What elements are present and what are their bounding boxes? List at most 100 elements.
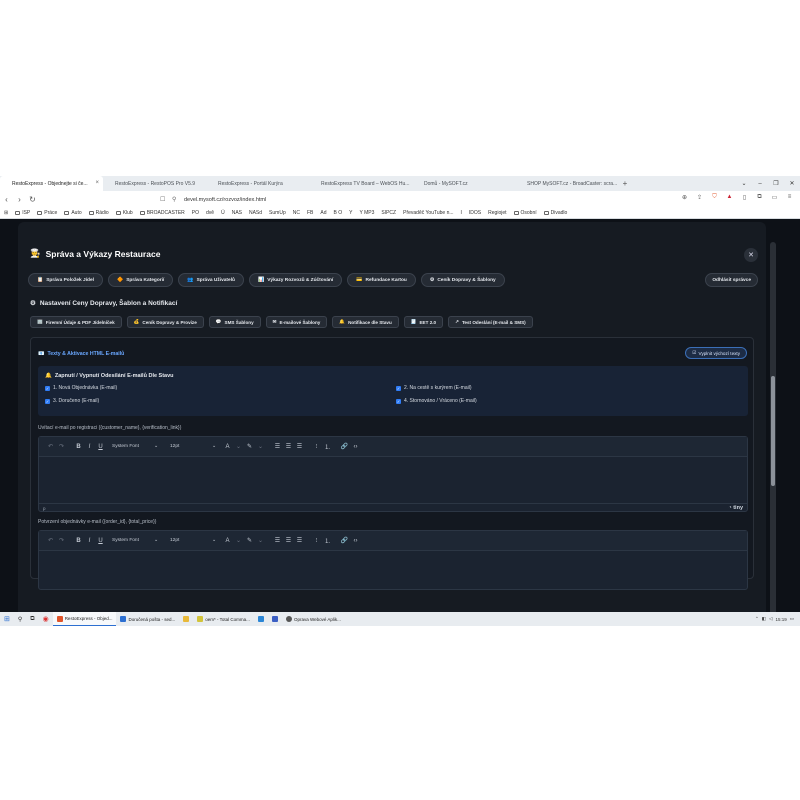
reload-icon[interactable]: ↻ [26,195,39,204]
network-icon[interactable]: ◧ [762,616,766,622]
brave-shield-icon[interactable]: ⛉ [708,194,721,201]
tab-sms-templates[interactable]: 💬 SMS Šablony [208,316,261,328]
text-color-icon[interactable]: A [222,538,233,544]
align-center-icon[interactable]: ☰ [283,537,294,544]
tab-company-info[interactable]: 🏢 Firemní Údaje & PDF Jídelníček [30,316,122,328]
tab-test-send[interactable]: ↗ Test Odeslání (E-mail & SMS) [448,316,533,328]
tab-email-templates[interactable]: ✉ E-mailové Šablony [265,316,328,328]
browser-tab[interactable]: RestoExpress - RestoPOS Pro V5.9 [103,176,206,191]
redo-icon[interactable]: ↷ [56,537,67,544]
tray-chevron-icon[interactable]: ⌃ [755,616,759,622]
bookmark-item[interactable]: Ad [320,210,326,216]
browser-tab[interactable]: SHOP MySOFT.cz - BroadCaster: scra... [515,176,618,191]
checkbox-on-the-way[interactable]: ✓ 2. Na cestě s kurýrem (E-mail) [396,385,472,391]
highlight-icon[interactable]: ✎ [244,443,255,450]
chevron-down-icon[interactable]: ⌄ [233,537,244,544]
bookmark-item[interactable]: FB [307,210,313,216]
close-modal-button[interactable]: ✕ [744,248,758,262]
highlight-icon[interactable]: ✎ [244,537,255,544]
font-size-select[interactable]: 12pt ⌄ [167,441,219,453]
bookmark-item[interactable]: Y [349,210,352,216]
notification-icon[interactable]: ▭ [790,616,794,622]
maximize-icon[interactable]: ❐ [768,180,784,187]
font-family-select[interactable]: System Font ⌄ [109,535,161,547]
align-right-icon[interactable]: ☰ [294,443,305,450]
checkbox-new-order[interactable]: ✓ 1. Nová Objednávka (E-mail) [45,385,117,391]
bookmark-item[interactable]: PO [192,210,199,216]
taskbar-item-mail[interactable]: Doručená pošta - sed... [116,612,179,626]
volume-icon[interactable]: ◁ [769,616,772,622]
bookmark-item[interactable]: NASd [249,210,262,216]
extensions-icon[interactable]: ⧉ [753,194,766,201]
tab-eet[interactable]: 🧾 EET 2.0 [403,316,444,328]
nav-refunds-button[interactable]: 💳 Refundace Kartou [347,273,416,287]
underline-icon[interactable]: U [95,538,106,544]
browser-tab[interactable]: RestoExpress - Objednejte si če... × [0,176,103,191]
logout-button[interactable]: Odhlásit správce [705,273,758,287]
address-bar[interactable]: ☐ ⚲ devel.mysoft.cz/rozvoz/index.html [160,194,620,205]
bold-icon[interactable]: B [73,538,84,544]
bookmark-item[interactable]: ISP [15,210,30,216]
numbered-list-icon[interactable]: ⒈ [322,536,333,545]
zoom-icon[interactable]: ⊕ [678,194,691,201]
fill-defaults-button[interactable]: ☑ Vyplnit výchozí texty [685,347,747,359]
bookmark-item[interactable]: Osobní [513,210,537,216]
chevron-down-icon[interactable]: ⌄ [233,443,244,450]
code-icon[interactable]: ‹› [350,444,361,450]
apps-icon[interactable]: ⊞ [4,210,8,216]
chrome-icon[interactable]: ◉ [39,612,53,626]
search-icon[interactable]: ⚲ [14,612,26,626]
bookmark-item[interactable]: Klub [115,210,133,216]
bookmark-item[interactable]: SumUp [269,210,286,216]
link-icon[interactable]: 🔗 [339,537,350,544]
tab-notifications[interactable]: 🔔 Notifikace dle Stavu [332,316,399,328]
align-left-icon[interactable]: ☰ [272,443,283,450]
close-tab-icon[interactable]: × [95,180,99,186]
bullet-list-icon[interactable]: ⁝ [311,443,322,450]
bookmark-item[interactable]: Práce [37,210,57,216]
menu-icon[interactable]: ≡ [783,194,796,201]
taskbar-item-app[interactable] [268,612,282,626]
undo-icon[interactable]: ↶ [45,443,56,450]
bookmark-item[interactable]: Převaděč YouTube n... [403,210,453,216]
order-confirmation-editor[interactable]: ↶ ↷ B I U System Font ⌄ 12pt ⌄ A ⌄ ✎ ⌄ ☰ ☰… [38,530,748,590]
numbered-list-icon[interactable]: ⒈ [322,442,333,451]
italic-icon[interactable]: I [84,538,95,544]
browser-tab[interactable]: Domů - MySOFT.cz [412,176,515,191]
minimize-icon[interactable]: – [752,181,768,187]
site-info-icon[interactable]: ⚲ [172,196,184,203]
bookmark-item[interactable]: dvě [206,210,214,216]
wallet-icon[interactable]: ▭ [768,194,781,201]
undo-icon[interactable]: ↶ [45,537,56,544]
bookmark-item[interactable]: Regiojet [488,210,506,216]
nav-categories-button[interactable]: 🔶 Správa Kategorií [107,273,174,287]
window-close-icon[interactable]: ✕ [784,180,800,187]
browser-tab[interactable]: RestoExpress TV Board – WebOS Hu... [309,176,412,191]
taskbar-item-total-commander[interactable]: oem* - Total Comma... [193,612,254,626]
bookmark-item[interactable]: SIPCZ [381,210,396,216]
bookmark-item[interactable]: BROADCASTER [139,210,185,216]
scrollbar-thumb[interactable] [771,376,775,486]
taskbar-item-vscode[interactable] [254,612,268,626]
italic-icon[interactable]: I [84,444,95,450]
task-view-icon[interactable]: ⧉ [26,612,38,626]
bookmark-item[interactable]: B O [333,210,342,216]
bookmark-item[interactable]: Y MP3 [359,210,374,216]
bold-icon[interactable]: B [73,444,84,450]
align-right-icon[interactable]: ☰ [294,537,305,544]
tab-delivery-pricing[interactable]: 💰 Ceník Dopravy & Provize [126,316,204,328]
sidebar-icon[interactable]: ▯ [738,194,751,201]
taskbar-item-ai[interactable]: Oprava Webové Aplik... [282,612,345,626]
back-icon[interactable]: ‹ [0,195,13,204]
forward-icon[interactable]: › [13,195,26,204]
chevron-down-icon[interactable]: ⌄ [255,443,266,450]
tab-list-icon[interactable]: ⌄ [736,180,752,187]
font-family-select[interactable]: System Font ⌄ [109,441,161,453]
underline-icon[interactable]: U [95,444,106,450]
bookmark-item[interactable]: Auto [64,210,82,216]
chevron-down-icon[interactable]: ⌄ [255,537,266,544]
rewards-icon[interactable]: ▲ [723,194,736,201]
align-left-icon[interactable]: ☰ [272,537,283,544]
welcome-email-editor[interactable]: ↶ ↷ B I U System Font ⌄ 12pt ⌄ A ⌄ ✎ ⌄ ☰ ☰… [38,436,748,512]
bookmark-item[interactable]: IDOS [469,210,481,216]
